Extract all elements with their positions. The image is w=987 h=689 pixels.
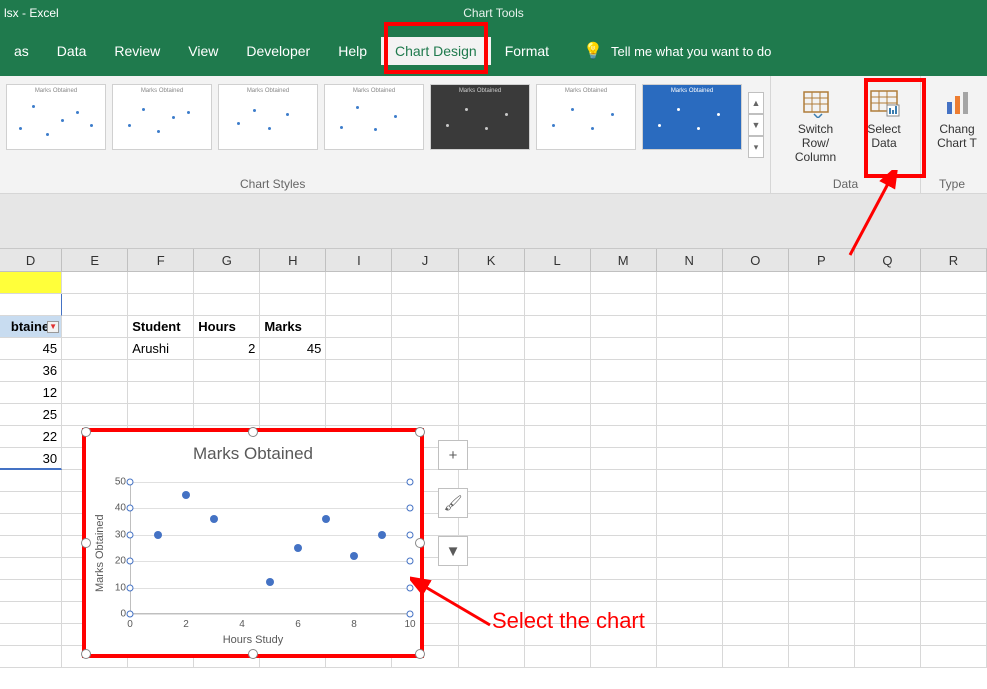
filter-dropdown-icon[interactable]: ▼	[47, 321, 59, 333]
col-K[interactable]: K	[459, 249, 525, 271]
chart-style-1[interactable]: Marks Obtained	[6, 84, 106, 150]
chart-style-7[interactable]: Marks Obtained	[642, 84, 742, 150]
title-bar: lsx - Excel Chart Tools	[0, 0, 987, 26]
embedded-chart[interactable]: Marks Obtained Marks Obtained 0102030405…	[82, 428, 424, 658]
chart-style-2[interactable]: Marks Obtained	[112, 84, 212, 150]
tab-formulas[interactable]: as	[0, 37, 43, 65]
chart-data-point[interactable]	[294, 544, 302, 552]
tab-review[interactable]: Review	[100, 37, 174, 65]
chart-plot-area[interactable]: 010203040500246810	[130, 482, 410, 614]
col-L[interactable]: L	[525, 249, 591, 271]
style-scroll-down[interactable]: ▼	[748, 114, 764, 136]
chart-x-axis-label: Hours Study	[86, 634, 420, 646]
column-headers: D E F G H I J K L M N O P Q R	[0, 249, 987, 272]
cell-D-val-4[interactable]: 22	[0, 426, 62, 448]
cell-F-student-header[interactable]: Student	[128, 316, 194, 338]
chart-data-point[interactable]	[350, 552, 358, 560]
type-group-label: Type	[939, 177, 965, 191]
switch-row-column-button[interactable]: Switch Row/ Column	[777, 82, 854, 189]
chart-elements-button[interactable]: +	[438, 440, 468, 470]
col-E[interactable]: E	[62, 249, 128, 271]
cell-D-val-5[interactable]: 30	[0, 448, 62, 470]
data-group-label: Data	[833, 177, 858, 191]
col-J[interactable]: J	[392, 249, 458, 271]
cell-D-val-0[interactable]: 45	[0, 338, 62, 360]
select-data-button[interactable]: Select Data	[854, 82, 914, 189]
chart-data-point[interactable]	[210, 515, 218, 523]
col-D[interactable]: D	[0, 249, 62, 271]
style-scroll: ▲ ▼ ▾	[748, 92, 764, 189]
col-R[interactable]: R	[921, 249, 987, 271]
switch-row-column-icon	[800, 86, 832, 118]
brush-icon: 🖌	[443, 494, 462, 512]
col-O[interactable]: O	[723, 249, 789, 271]
chart-data-point[interactable]	[266, 578, 274, 586]
annotation-select-chart-text: Select the chart	[492, 608, 645, 634]
tab-view[interactable]: View	[174, 37, 232, 65]
cell-D-header-obtained[interactable]: btained▼	[0, 316, 62, 338]
col-M[interactable]: M	[591, 249, 657, 271]
change-chart-type-button[interactable]: Chang Chart T	[927, 82, 987, 189]
bulb-icon: 💡	[583, 41, 603, 61]
chart-filters-button[interactable]: ▼	[438, 536, 468, 566]
col-P[interactable]: P	[789, 249, 855, 271]
chart-data-point[interactable]	[322, 515, 330, 523]
chart-title[interactable]: Marks Obtained	[86, 444, 420, 464]
chart-data-point[interactable]	[182, 491, 190, 499]
chart-style-5[interactable]: Marks Obtained	[430, 84, 530, 150]
cell-D-yellow[interactable]	[0, 272, 62, 294]
chart-data-point[interactable]	[154, 531, 162, 539]
data-group: Switch Row/ Column Select Data Data	[770, 76, 920, 193]
select-data-icon	[868, 86, 900, 118]
style-scroll-up[interactable]: ▲	[748, 92, 764, 114]
col-N[interactable]: N	[657, 249, 723, 271]
col-Q[interactable]: Q	[855, 249, 921, 271]
formula-bar-area	[0, 194, 987, 249]
chart-styles-button[interactable]: 🖌	[438, 488, 468, 518]
cell-F-student[interactable]: Arushi	[128, 338, 194, 360]
ribbon: Marks Obtained Marks Obtained Marks Obta…	[0, 76, 987, 194]
style-scroll-more[interactable]: ▾	[748, 136, 764, 158]
chart-styles-label: Chart Styles	[240, 177, 305, 191]
tell-me-text: Tell me what you want to do	[611, 44, 771, 59]
cell-H-marks-header[interactable]: Marks	[260, 316, 326, 338]
chart-y-axis-label: Marks Obtained	[94, 514, 106, 592]
chart-data-point[interactable]	[378, 531, 386, 539]
tab-format[interactable]: Format	[491, 37, 563, 65]
col-I[interactable]: I	[326, 249, 392, 271]
cell-D-val-3[interactable]: 25	[0, 404, 62, 426]
col-G[interactable]: G	[194, 249, 260, 271]
cell-G-hours-header[interactable]: Hours	[194, 316, 260, 338]
cell-G-hours[interactable]: 2	[194, 338, 260, 360]
app-title: lsx - Excel	[0, 6, 59, 20]
chart-style-3[interactable]: Marks Obtained	[218, 84, 318, 150]
type-group: Chang Chart T Type	[920, 76, 987, 193]
chart-tools-label: Chart Tools	[463, 6, 523, 20]
chart-style-6[interactable]: Marks Obtained	[536, 84, 636, 150]
chart-type-icon	[941, 86, 973, 118]
tab-developer[interactable]: Developer	[232, 37, 324, 65]
filter-icon: ▼	[446, 543, 461, 560]
tell-me-search[interactable]: 💡 Tell me what you want to do	[583, 41, 771, 61]
ribbon-tabs: as Data Review View Developer Help Chart…	[0, 26, 987, 76]
col-H[interactable]: H	[260, 249, 326, 271]
chart-styles-group: Marks Obtained Marks Obtained Marks Obta…	[0, 76, 770, 193]
chart-style-4[interactable]: Marks Obtained	[324, 84, 424, 150]
cell-D-val-1[interactable]: 36	[0, 360, 62, 382]
cell-H-marks[interactable]: 45	[260, 338, 326, 360]
tab-chart-design[interactable]: Chart Design	[381, 37, 491, 65]
cell-D-val-2[interactable]: 12	[0, 382, 62, 404]
tab-help[interactable]: Help	[324, 37, 381, 65]
col-F[interactable]: F	[128, 249, 194, 271]
tab-data[interactable]: Data	[43, 37, 101, 65]
